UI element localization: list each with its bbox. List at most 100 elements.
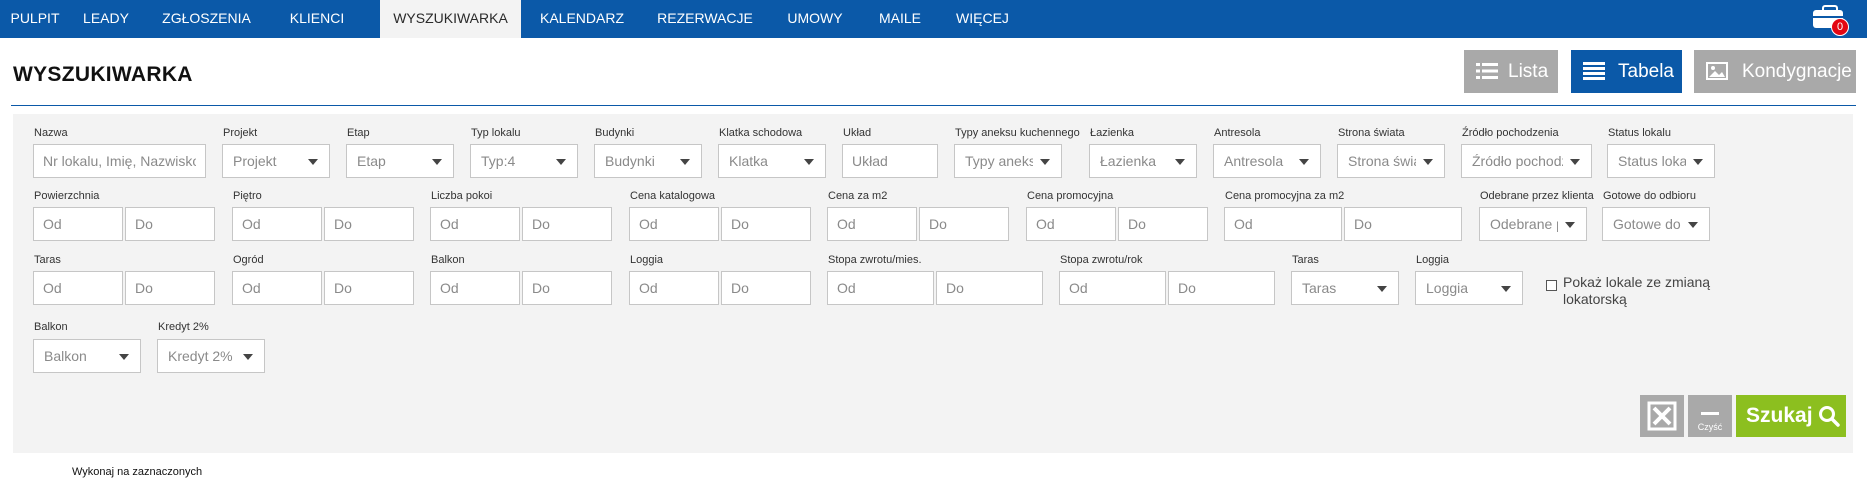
bulk-action-label: Wykonaj na zaznaczonych (72, 466, 203, 478)
odebrane-label: Odebrane przez klienta (1480, 190, 1594, 202)
pokaz-lokale-label: Pokaż lokale ze zmianą lokatorską (1563, 274, 1711, 307)
stopa-mies-od-input[interactable] (827, 271, 934, 305)
loggia-od-input[interactable] (629, 271, 719, 305)
nav-item-klienci[interactable]: KLIENCI (271, 0, 363, 38)
title-divider (11, 105, 1856, 106)
strona-swiata-select[interactable]: Strona świa (1337, 144, 1445, 178)
zrodlo-select[interactable]: Źródło pochodz (1461, 144, 1592, 178)
loggia-do-input[interactable] (721, 271, 811, 305)
stopa-rok-do-input[interactable] (1168, 271, 1275, 305)
export-excel-button[interactable] (1640, 395, 1684, 437)
nav-item-wiecej[interactable]: WIĘCEJ (945, 0, 1020, 38)
balkon-od-input[interactable] (430, 271, 520, 305)
antresola-label: Antresola (1214, 127, 1261, 139)
cena-promocyjna-od-input[interactable] (1026, 207, 1116, 241)
taras-select[interactable]: Taras (1291, 271, 1399, 305)
cena-katalogowa-do-input[interactable] (721, 207, 811, 241)
briefcase-icon[interactable]: 0 (1810, 2, 1849, 36)
minus-icon (1701, 412, 1719, 415)
kredyt-select[interactable]: Kredyt 2% (157, 339, 265, 373)
ogrod-do-input[interactable] (324, 271, 414, 305)
view-floors-button[interactable]: Kondygnacje (1694, 50, 1856, 93)
nazwa-search-input[interactable] (33, 144, 206, 178)
nav-item-kalendarz[interactable]: KALENDARZ (527, 0, 637, 38)
powierzchnia-label: Powierzchnia (34, 190, 100, 202)
search-button[interactable]: Szukaj (1736, 395, 1846, 437)
lazienka-select[interactable]: Łazienka (1089, 144, 1197, 178)
pokaz-lokale-checkbox[interactable] (1546, 280, 1557, 291)
cena-promocyjna-m2-do-input[interactable] (1344, 207, 1462, 241)
clear-button[interactable]: Czyść (1688, 395, 1732, 437)
nav-item-rezerwacje[interactable]: REZERWACJE (645, 0, 765, 38)
pietro-od-input[interactable] (232, 207, 322, 241)
antresola-select[interactable]: Antresola (1213, 144, 1321, 178)
search-icon (1819, 406, 1840, 427)
cena-m2-do-input[interactable] (919, 207, 1009, 241)
cena-promocyjna-m2-label: Cena promocyjna za m2 (1225, 190, 1345, 202)
pietro-do-input[interactable] (324, 207, 414, 241)
uklad-input[interactable] (842, 144, 938, 178)
taras-select-label: Taras (1292, 254, 1319, 266)
chevron-down-icon (1565, 222, 1575, 228)
nav-item-umowy[interactable]: UMOWY (772, 0, 858, 38)
taras-label: Taras (34, 254, 61, 266)
cena-promocyjna-do-input[interactable] (1118, 207, 1208, 241)
stopa-rok-od-input[interactable] (1059, 271, 1166, 305)
chevron-down-icon (680, 159, 690, 165)
chevron-down-icon (1693, 159, 1703, 165)
cena-m2-label: Cena za m2 (828, 190, 888, 202)
top-nav: PULPIT LEADY ZGŁOSZENIA KLIENCI WYSZUKIW… (0, 0, 1867, 38)
chevron-down-icon (432, 159, 442, 165)
loggia-select[interactable]: Loggia (1415, 271, 1523, 305)
liczba-pokoi-do-input[interactable] (522, 207, 612, 241)
typy-aneksu-select[interactable]: Typy aneks (954, 144, 1062, 178)
etap-label: Etap (347, 127, 370, 139)
view-floors-label: Kondygnacje (1742, 61, 1852, 82)
nav-item-leady[interactable]: LEADY (70, 0, 142, 38)
view-table-button[interactable]: Tabela (1571, 50, 1682, 93)
chevron-down-icon (308, 159, 318, 165)
nav-item-maile[interactable]: MAILE (865, 0, 935, 38)
nav-item-zgloszenia[interactable]: ZGŁOSZENIA (142, 0, 271, 38)
ogrod-od-input[interactable] (232, 271, 322, 305)
gotowe-select[interactable]: Gotowe do (1602, 207, 1710, 241)
cena-m2-od-input[interactable] (827, 207, 917, 241)
stopa-mies-do-input[interactable] (936, 271, 1043, 305)
etap-select[interactable]: Etap (346, 144, 454, 178)
powierzchnia-do-input[interactable] (125, 207, 215, 241)
image-icon (1706, 62, 1728, 80)
nav-item-pulpit[interactable]: PULPIT (0, 0, 70, 38)
view-table-label: Tabela (1618, 61, 1674, 82)
liczba-pokoi-label: Liczba pokoi (431, 190, 493, 202)
chevron-down-icon (804, 159, 814, 165)
table-icon (1583, 62, 1605, 80)
typ-lokalu-label: Typ lokalu (471, 127, 521, 139)
stopa-mies-label: Stopa zwrotu/mies. (828, 254, 922, 266)
loggia-label: Loggia (630, 254, 664, 266)
budynki-select[interactable]: Budynki (594, 144, 702, 178)
nav-item-wyszukiwarka[interactable]: WYSZUKIWARKA (380, 0, 521, 38)
chevron-down-icon (243, 354, 253, 360)
liczba-pokoi-od-input[interactable] (430, 207, 520, 241)
clear-label: Czyść (1697, 422, 1723, 432)
balkon-do-input[interactable] (522, 271, 612, 305)
loggia-select-label: Loggia (1416, 254, 1450, 266)
taras-od-input[interactable] (33, 271, 123, 305)
taras-do-input[interactable] (125, 271, 215, 305)
typ-lokalu-select[interactable]: Typ:4 (470, 144, 578, 178)
chevron-down-icon (119, 354, 129, 360)
view-list-button[interactable]: Lista (1464, 50, 1558, 93)
odebrane-select[interactable]: Odebrane p (1479, 207, 1587, 241)
projekt-select[interactable]: Projekt (222, 144, 330, 178)
cena-promocyjna-m2-od-input[interactable] (1224, 207, 1342, 241)
status-lokalu-label: Status lokalu (1608, 127, 1671, 139)
cena-katalogowa-od-input[interactable] (629, 207, 719, 241)
notification-badge: 0 (1831, 18, 1849, 36)
chevron-down-icon (1377, 286, 1387, 292)
powierzchnia-od-input[interactable] (33, 207, 123, 241)
chevron-down-icon (1175, 159, 1185, 165)
status-lokalu-select[interactable]: Status lokal (1607, 144, 1715, 178)
balkon-select[interactable]: Balkon (33, 339, 141, 373)
klatka-select[interactable]: Klatka (718, 144, 826, 178)
zrodlo-label: Źródło pochodzenia (1462, 127, 1559, 139)
